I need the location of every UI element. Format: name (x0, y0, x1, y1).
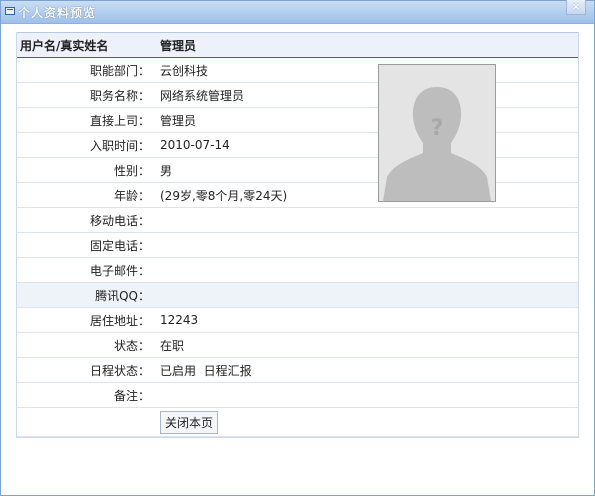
qq-label: 腾讯QQ： (16, 282, 156, 308)
phone-label: 固定电话： (16, 232, 156, 258)
address-label: 居住地址： (16, 307, 156, 333)
row-phone: 固定电话： (16, 232, 579, 258)
user-photo: ? (378, 64, 496, 202)
photo-question-mark: ? (431, 116, 444, 141)
row-mobile: 移动电话： (16, 207, 579, 233)
department-value: 云创科技 (156, 57, 359, 83)
close-page-button[interactable]: 关闭本页 (160, 410, 219, 434)
job-title-label: 职务名称： (16, 82, 156, 108)
username-label: 用户名/真实姓名 (16, 32, 156, 58)
supervisor-value: 管理员 (156, 107, 359, 133)
row-actions: 关闭本页 (16, 407, 579, 437)
row-remarks: 备注： (16, 382, 579, 408)
username-value: 管理员 (156, 32, 579, 58)
gender-value: 男 (156, 157, 359, 183)
row-address: 居住地址： 12243 (16, 307, 579, 333)
window-titlebar: 个人资料预览 × (1, 0, 594, 24)
phone-value (156, 232, 579, 258)
row-qq: 腾讯QQ： (16, 282, 579, 308)
email-value (156, 257, 579, 283)
remarks-label: 备注： (16, 382, 156, 408)
hire-date-value: 2010-07-14 (156, 132, 359, 158)
hire-date-label: 入职时间： (16, 132, 156, 158)
status-label: 状态： (16, 332, 156, 358)
gender-label: 性别： (16, 157, 156, 183)
remarks-value (156, 382, 579, 408)
address-value: 12243 (156, 307, 579, 333)
profile-content: 用户名/真实姓名 管理员 职能部门： 云创科技 职务名称： 网络系统管理员 直接… (16, 32, 579, 438)
row-schedule-status: 日程状态： 已启用 日程汇报 (16, 357, 579, 383)
profile-preview-window: 个人资料预览 × 用户名/真实姓名 管理员 职能部门： 云创科技 职务名称： 网… (0, 0, 595, 496)
window-close-button[interactable]: × (566, 0, 586, 15)
schedule-status-value: 已启用 日程汇报 (156, 357, 579, 383)
supervisor-label: 直接上司： (16, 107, 156, 133)
age-label: 年龄： (16, 182, 156, 208)
department-label: 职能部门： (16, 57, 156, 83)
status-value: 在职 (156, 332, 579, 358)
schedule-status-label: 日程状态： (16, 357, 156, 383)
window-title: 个人资料预览 (18, 6, 97, 20)
row-status: 状态： 在职 (16, 332, 579, 358)
profile-header-row: 用户名/真实姓名 管理员 (16, 32, 579, 58)
default-avatar-silhouette-icon: ? (379, 65, 495, 201)
window-icon (5, 7, 15, 15)
email-label: 电子邮件： (16, 257, 156, 283)
qq-value (156, 282, 579, 308)
job-title-value: 网络系统管理员 (156, 82, 359, 108)
age-value: (29岁,零8个月,零24天) (156, 182, 359, 208)
row-email: 电子邮件： (16, 257, 579, 283)
mobile-label: 移动电话： (16, 207, 156, 233)
mobile-value (156, 207, 579, 233)
